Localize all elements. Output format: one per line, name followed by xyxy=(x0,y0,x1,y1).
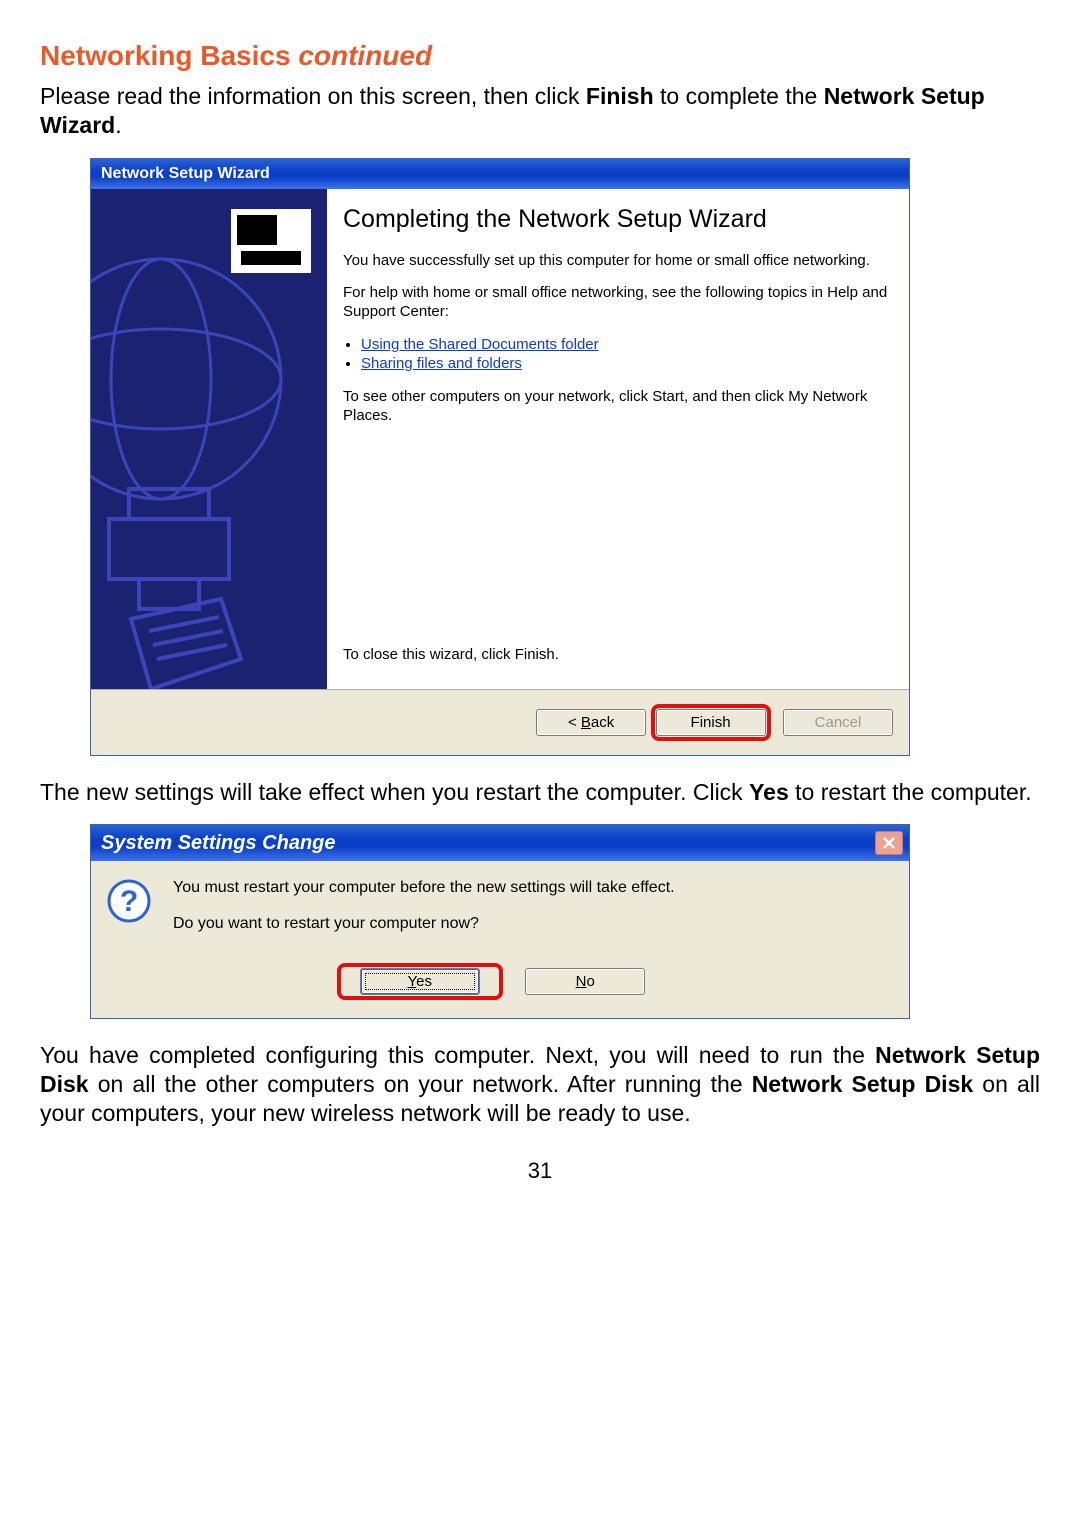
wizard-title-text: Network Setup Wizard xyxy=(101,165,270,182)
intro-bold-finish: Finish xyxy=(586,83,654,109)
after-wizard-paragraph: The new settings will take effect when y… xyxy=(40,778,1040,807)
wizard-paragraph-success: You have successfully set up this comput… xyxy=(343,252,891,271)
dialog-buttons: Yes No xyxy=(91,957,909,1018)
wizard-paragraph-help: For help with home or small office netwo… xyxy=(343,284,891,322)
after-wizard-text-1: The new settings will take effect when y… xyxy=(40,779,749,805)
wizard-titlebar[interactable]: Network Setup Wizard xyxy=(91,159,909,189)
after-wizard-bold-yes: Yes xyxy=(749,779,789,805)
intro-text-1: Please read the information on this scre… xyxy=(40,83,586,109)
question-icon: ? xyxy=(107,879,151,928)
dialog-message-1: You must restart your computer before th… xyxy=(173,879,675,897)
page-number: 31 xyxy=(40,1158,1040,1184)
finish-button-highlight: Finish xyxy=(651,704,771,741)
wizard-body: Completing the Network Setup Wizard You … xyxy=(91,189,909,689)
final-text-2: on all the other computers on your netwo… xyxy=(89,1071,752,1097)
list-item: Using the Shared Documents folder xyxy=(361,336,891,353)
intro-text-3: . xyxy=(115,112,121,138)
final-paragraph: You have completed configuring this comp… xyxy=(40,1041,1040,1127)
final-text-1: You have completed configuring this comp… xyxy=(40,1042,875,1068)
dialog-titlebar[interactable]: System Settings Change xyxy=(91,825,909,861)
close-button[interactable] xyxy=(875,831,903,855)
link-sharing-files[interactable]: Sharing files and folders xyxy=(361,355,522,372)
list-item: Sharing files and folders xyxy=(361,355,891,372)
wizard-content: Completing the Network Setup Wizard You … xyxy=(327,189,909,689)
finish-button[interactable]: Finish xyxy=(656,709,766,736)
after-wizard-text-2: to restart the computer. xyxy=(789,779,1032,805)
dialog-title-text: System Settings Change xyxy=(101,832,336,855)
no-button[interactable]: No xyxy=(525,968,645,995)
wizard-paragraph-network-places: To see other computers on your network, … xyxy=(343,388,891,426)
yes-button[interactable]: Yes xyxy=(360,968,480,995)
dialog-text: You must restart your computer before th… xyxy=(173,879,675,951)
wizard-help-links: Using the Shared Documents folder Sharin… xyxy=(361,336,891,374)
section-heading: Networking Basics continued xyxy=(40,40,1040,72)
wizard-paragraph-close: To close this wizard, click Finish. xyxy=(343,646,891,665)
section-heading-continued: continued xyxy=(298,40,432,71)
cancel-button: Cancel xyxy=(783,709,893,736)
wizard-footer: < Back Finish Cancel xyxy=(91,689,909,755)
svg-text:?: ? xyxy=(120,885,138,918)
close-icon xyxy=(882,836,896,850)
final-bold-2: Network Setup Disk xyxy=(752,1071,973,1097)
yes-button-highlight: Yes xyxy=(337,963,503,1000)
back-button[interactable]: < Back xyxy=(536,709,646,736)
wizard-heading: Completing the Network Setup Wizard xyxy=(343,205,891,234)
link-shared-documents[interactable]: Using the Shared Documents folder xyxy=(361,336,599,353)
section-heading-main: Networking Basics xyxy=(40,40,298,71)
system-settings-change-dialog: System Settings Change ? You must restar… xyxy=(90,824,910,1019)
intro-text-2: to complete the xyxy=(654,83,824,109)
intro-paragraph: Please read the information on this scre… xyxy=(40,82,1040,140)
network-setup-wizard-window: Network Setup Wizard xyxy=(90,158,910,756)
dialog-message-2: Do you want to restart your computer now… xyxy=(173,915,675,933)
wizard-sidebar-graphic xyxy=(91,189,327,689)
dialog-body: ? You must restart your computer before … xyxy=(91,861,909,957)
